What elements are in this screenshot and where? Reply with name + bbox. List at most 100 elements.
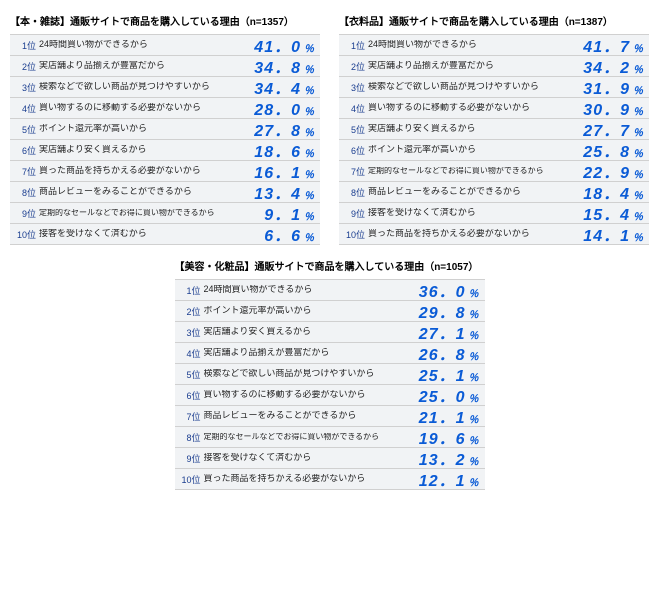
rank-cell: 3位	[175, 326, 204, 339]
percent-unit: ％	[633, 82, 643, 97]
percent-value: 14．1	[583, 222, 630, 246]
value-cell: 14．1％	[563, 222, 649, 246]
percent-unit: ％	[304, 124, 314, 139]
reason-label: 接客を受けなくて済むから	[204, 453, 399, 462]
rank-cell: 1位	[339, 39, 368, 52]
table-row: 10位買った商品を持ちかえる必要がないから12．1％	[175, 468, 485, 490]
percent-unit: ％	[469, 285, 479, 300]
table-row: 3位検索などで欲しい商品が見つけやすいから34．4％	[10, 76, 320, 97]
rank-cell: 3位	[339, 81, 368, 94]
reason-label: 定期的なセールなどでお得に買い物ができるから	[39, 209, 234, 217]
table-row: 2位実店舗より品揃えが豊富だから34．8％	[10, 55, 320, 76]
table-row: 10位接客を受けなくて済むから6．6％	[10, 223, 320, 245]
percent-unit: ％	[304, 145, 314, 160]
percent-unit: ％	[633, 166, 643, 181]
percent-unit: ％	[304, 166, 314, 181]
reason-label: 実店舗より安く買えるから	[368, 124, 563, 133]
chart-cosmetics: 【美容・化粧品】通販サイトで商品を購入している理由（n=1057）1位24時間買…	[175, 255, 485, 490]
rank-cell: 2位	[10, 60, 39, 73]
rank-cell: 2位	[339, 60, 368, 73]
rank-cell: 9位	[339, 207, 368, 220]
rank-cell: 4位	[10, 102, 39, 115]
rank-cell: 5位	[339, 123, 368, 136]
rank-cell: 6位	[339, 144, 368, 157]
reason-label: 検索などで欲しい商品が見つけやすいから	[368, 82, 563, 91]
reason-label: 買い物するのに移動する必要がないから	[204, 390, 399, 399]
percent-unit: ％	[304, 208, 314, 223]
rank-cell: 7位	[175, 410, 204, 423]
table-row: 8位商品レビューをみることができるから18．4％	[339, 181, 649, 202]
table-row: 3位検索などで欲しい商品が見つけやすいから31．9％	[339, 76, 649, 97]
percent-unit: ％	[469, 453, 479, 468]
rank-cell: 6位	[175, 389, 204, 402]
reason-label: 接客を受けなくて済むから	[368, 208, 563, 217]
table-row: 8位定期的なセールなどでお得に買い物ができるから19．6％	[175, 426, 485, 447]
chart-title: 【本・雑誌】通販サイトで商品を購入している理由（n=1357）	[10, 10, 320, 34]
reason-label: 実店舗より品揃えが豊富だから	[368, 61, 563, 70]
reason-label: 実店舗より品揃えが豊富だから	[204, 348, 399, 357]
percent-unit: ％	[469, 306, 479, 321]
table-row: 9位定期的なセールなどでお得に買い物ができるから9．1％	[10, 202, 320, 223]
percent-unit: ％	[469, 432, 479, 447]
percent-unit: ％	[633, 145, 643, 160]
chart-title: 【衣料品】通販サイトで商品を購入している理由（n=1387）	[339, 10, 649, 34]
reason-label: 実店舗より安く買えるから	[204, 327, 399, 336]
reason-label: 定期的なセールなどでお得に買い物ができるから	[368, 167, 563, 175]
reason-label: 商品レビューをみることができるから	[39, 187, 234, 196]
reason-label: ポイント還元率が高いから	[39, 124, 234, 133]
percent-unit: ％	[469, 369, 479, 384]
reason-label: 24時間買い物ができるから	[204, 285, 399, 294]
rank-cell: 3位	[10, 81, 39, 94]
rank-cell: 8位	[10, 186, 39, 199]
rank-cell: 4位	[175, 347, 204, 360]
table-row: 6位ポイント還元率が高いから25．8％	[339, 139, 649, 160]
rank-cell: 7位	[10, 165, 39, 178]
value-cell: 12．1％	[399, 467, 485, 491]
rank-cell: 9位	[175, 452, 204, 465]
percent-unit: ％	[469, 327, 479, 342]
table-row: 6位買い物するのに移動する必要がないから25．0％	[175, 384, 485, 405]
rank-cell: 8位	[339, 186, 368, 199]
percent-unit: ％	[469, 348, 479, 363]
rank-cell: 2位	[175, 305, 204, 318]
reason-label: 商品レビューをみることができるから	[204, 411, 399, 420]
rank-cell: 7位	[339, 165, 368, 178]
table-row: 9位接客を受けなくて済むから15．4％	[339, 202, 649, 223]
rank-cell: 4位	[339, 102, 368, 115]
reason-label: 24時間買い物ができるから	[368, 40, 563, 49]
reason-label: 24時間買い物ができるから	[39, 40, 234, 49]
reason-label: 実店舗より品揃えが豊富だから	[39, 61, 234, 70]
table-row: 7位買った商品を持ちかえる必要がないから16．1％	[10, 160, 320, 181]
percent-value: 12．1	[419, 467, 466, 491]
percent-unit: ％	[304, 40, 314, 55]
rank-cell: 10位	[10, 228, 39, 241]
reason-label: 商品レビューをみることができるから	[368, 187, 563, 196]
reason-label: 買い物するのに移動する必要がないから	[39, 103, 234, 112]
table-row: 6位実店舗より安く買えるから18．6％	[10, 139, 320, 160]
reason-label: 実店舗より安く買えるから	[39, 145, 234, 154]
reason-label: 接客を受けなくて済むから	[39, 229, 234, 238]
percent-unit: ％	[469, 411, 479, 426]
reason-label: 買った商品を持ちかえる必要がないから	[39, 166, 234, 175]
percent-unit: ％	[469, 390, 479, 405]
table-row: 7位定期的なセールなどでお得に買い物ができるから22．9％	[339, 160, 649, 181]
table-row: 1位24時間買い物ができるから41．0％	[10, 34, 320, 55]
percent-unit: ％	[633, 187, 643, 202]
percent-unit: ％	[304, 229, 314, 244]
table-row: 1位24時間買い物ができるから41．7％	[339, 34, 649, 55]
rank-cell: 5位	[175, 368, 204, 381]
table-row: 4位実店舗より品揃えが豊富だから26．8％	[175, 342, 485, 363]
table-row: 7位商品レビューをみることができるから21．1％	[175, 405, 485, 426]
rank-cell: 5位	[10, 123, 39, 136]
percent-unit: ％	[304, 103, 314, 118]
percent-unit: ％	[633, 208, 643, 223]
percent-unit: ％	[304, 82, 314, 97]
table-row: 5位実店舗より安く買えるから27．7％	[339, 118, 649, 139]
percent-value: 6．6	[264, 222, 301, 246]
chart-books: 【本・雑誌】通販サイトで商品を購入している理由（n=1357）1位24時間買い物…	[10, 10, 320, 245]
table-row: 2位ポイント還元率が高いから29．8％	[175, 300, 485, 321]
percent-unit: ％	[469, 474, 479, 489]
rank-cell: 1位	[10, 39, 39, 52]
table-row: 4位買い物するのに移動する必要がないから28．0％	[10, 97, 320, 118]
value-cell: 6．6％	[234, 222, 320, 246]
